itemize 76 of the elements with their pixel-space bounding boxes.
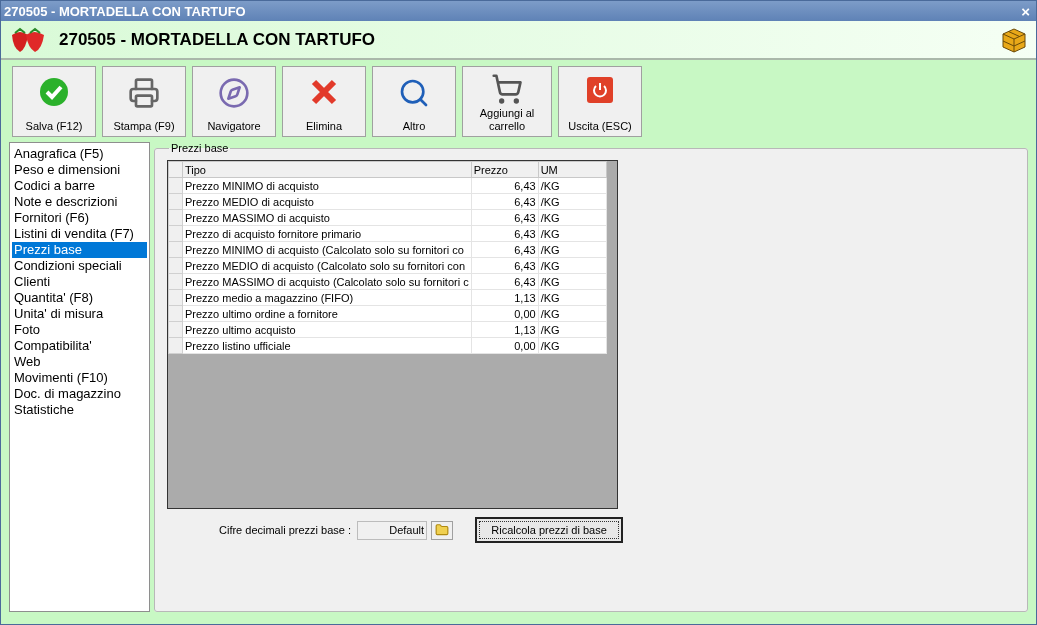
table-cell: /KG (538, 257, 607, 274)
table-cell: Prezzo medio a magazzino (FIFO) (182, 289, 472, 306)
strawberry-icon (9, 26, 47, 53)
table-cell: Prezzo MASSIMO di acquisto (182, 209, 472, 226)
table-cell: /KG (538, 209, 607, 226)
section-item[interactable]: Clienti (12, 274, 147, 290)
column-header: Prezzo (471, 161, 539, 178)
table-cell: 1,13 (471, 289, 539, 306)
section-item[interactable]: Statistiche (12, 402, 147, 418)
table-cell: 0,00 (471, 337, 539, 354)
section-item[interactable]: Condizioni speciali (12, 258, 147, 274)
toolbar-button[interactable]: Navigatore (192, 66, 276, 137)
section-item[interactable]: Doc. di magazzino (12, 386, 147, 402)
table-cell: Prezzo MASSIMO di acquisto (Calcolato solo su fornitori c (182, 273, 472, 290)
table-cell: Prezzo ultimo acquisto (182, 321, 472, 338)
table-cell: /KG (538, 273, 607, 290)
section-item[interactable]: Unita' di misura (12, 306, 147, 322)
table-cell: Prezzo MEDIO di acquisto (Calcolato solo su fornitori con (182, 257, 472, 274)
table-cell: 1,13 (471, 321, 539, 338)
window-title: 270505 - MORTADELLA CON TARTUFO (4, 3, 246, 19)
table-cell: /KG (538, 177, 607, 194)
column-header: UM (538, 161, 607, 178)
section-item[interactable]: Codici a barre (12, 178, 147, 194)
table-cell: 6,43 (471, 257, 539, 274)
compass-icon (218, 77, 250, 109)
column-header: Tipo (182, 161, 472, 178)
table-cell: Prezzo ultimo ordine a fornitore (182, 305, 472, 322)
panel-title: Prezzi base (170, 142, 230, 154)
section-item[interactable]: Movimenti (F10) (12, 370, 147, 386)
table-cell: 6,43 (471, 193, 539, 210)
power-icon (587, 77, 613, 103)
section-item[interactable]: Prezzi base (12, 242, 147, 258)
close-icon (309, 77, 339, 107)
product-title: 270505 - MORTADELLA CON TARTUFO (59, 29, 377, 50)
decimals-label: Cifre decimali prezzi base : (219, 524, 352, 536)
toolbar-button[interactable]: Uscita (ESC) (558, 66, 642, 137)
table-cell: Prezzo MINIMO di acquisto (182, 177, 472, 194)
table-cell: /KG (538, 225, 607, 242)
toolbar-button[interactable]: Salva (F12) (12, 66, 96, 137)
table-cell: /KG (538, 289, 607, 306)
section-item[interactable]: Listini di vendita (F7) (12, 226, 147, 242)
toolbar-button[interactable]: Elimina (282, 66, 366, 137)
toolbar-button[interactable]: Aggiungi al carrello (462, 66, 552, 137)
table-cell: 0,00 (471, 305, 539, 322)
corner-header (168, 161, 183, 178)
table-cell: Prezzo di acquisto fornitore primario (182, 225, 472, 242)
table-cell: Prezzo listino ufficiale (182, 337, 472, 354)
cart-icon (491, 73, 523, 105)
table-cell: 6,43 (471, 225, 539, 242)
table-cell: /KG (538, 193, 607, 210)
table-cell: 6,43 (471, 177, 539, 194)
section-item[interactable]: Compatibilita' (12, 338, 147, 354)
toolbar-button[interactable]: Stampa (F9) (102, 66, 186, 137)
table-cell: Prezzo MINIMO di acquisto (Calcolato solo su fornitori co (182, 241, 472, 258)
section-item[interactable]: Foto (12, 322, 147, 338)
section-item[interactable]: Fornitori (F6) (12, 210, 147, 226)
printer-icon (128, 77, 160, 109)
table-cell: /KG (538, 337, 607, 354)
section-item[interactable]: Web (12, 354, 147, 370)
section-item[interactable]: Note e descrizioni (12, 194, 147, 210)
section-item[interactable]: Peso e dimensioni (12, 162, 147, 178)
section-item[interactable]: Anagrafica (F5) (12, 146, 147, 162)
table-cell: 6,43 (471, 273, 539, 290)
check-icon (39, 77, 69, 107)
folder-button[interactable] (431, 520, 454, 540)
table-cell: /KG (538, 305, 607, 322)
table-cell: 6,43 (471, 209, 539, 226)
search-icon (398, 77, 430, 109)
table-cell: Prezzo MEDIO di acquisto (182, 193, 472, 210)
section-item[interactable]: Quantita' (F8) (12, 290, 147, 306)
table-cell: /KG (538, 241, 607, 258)
table-cell: /KG (538, 321, 607, 338)
recalc-button[interactable]: Ricalcola prezzi di base (475, 517, 624, 543)
decimals-field[interactable]: Default (357, 520, 428, 540)
table-cell: 6,43 (471, 241, 539, 258)
toolbar-button[interactable]: Altro (372, 66, 456, 137)
